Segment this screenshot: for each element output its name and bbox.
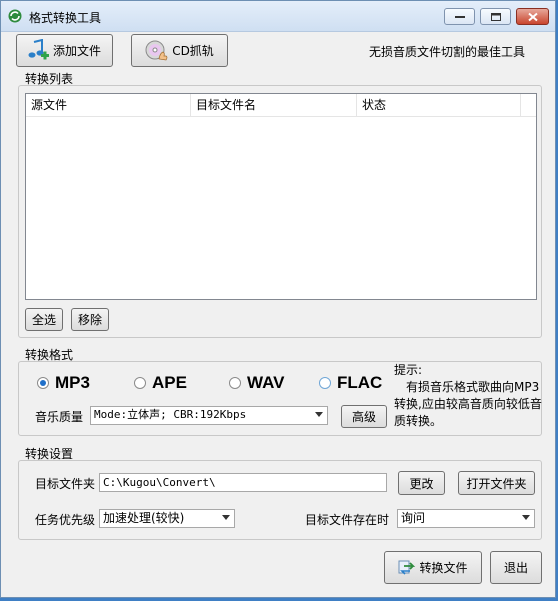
quality-value: Mode:立体声; CBR:192Kbps xyxy=(94,408,247,421)
cd-rip-button[interactable]: CD抓轨 xyxy=(131,34,228,67)
chevron-down-icon xyxy=(222,515,230,520)
convert-file-label: 转换文件 xyxy=(419,561,468,575)
slogan-text: 无损音质文件切割的最佳工具 xyxy=(369,45,526,59)
radio-mp3[interactable]: MP3 xyxy=(37,373,90,393)
convert-file-list[interactable]: 源文件 目标文件名 状态 xyxy=(25,93,537,300)
advanced-button[interactable]: 高级 xyxy=(341,405,387,428)
radio-wav[interactable]: WAV xyxy=(229,373,284,393)
format-converter-window: 格式转换工具 添加文件 CD抓轨 无损音质文件切割的最佳工具 转换列表 源文件 … xyxy=(0,0,556,598)
exit-label: 退出 xyxy=(503,561,528,575)
select-all-label: 全选 xyxy=(31,313,56,327)
close-icon xyxy=(527,12,538,21)
target-folder-input[interactable]: C:\Kugou\Convert\ xyxy=(99,473,387,492)
quality-select[interactable]: Mode:立体声; CBR:192Kbps xyxy=(90,406,328,425)
tip-box: 提示: 有损音乐格式歌曲向MP3转换,应由较高音质向较低音质转换。 xyxy=(394,362,544,430)
add-file-label: 添加文件 xyxy=(52,44,101,58)
close-button[interactable] xyxy=(516,8,549,25)
radio-ape-label: APE xyxy=(152,373,187,392)
radio-flac-indicator xyxy=(319,377,331,389)
priority-value: 加速处理(较快) xyxy=(103,511,185,525)
window-title: 格式转换工具 xyxy=(29,11,102,25)
remove-button[interactable]: 移除 xyxy=(71,308,109,331)
cd-rip-label: CD抓轨 xyxy=(172,44,214,58)
column-target-filename[interactable]: 目标文件名 xyxy=(191,94,357,116)
priority-select[interactable]: 加速处理(较快) xyxy=(99,509,235,528)
tip-title: 提示: xyxy=(394,363,423,377)
radio-flac[interactable]: FLAC xyxy=(319,373,382,393)
open-folder-label: 打开文件夹 xyxy=(466,476,527,491)
maximize-icon xyxy=(490,12,501,21)
radio-mp3-indicator xyxy=(37,377,49,389)
cd-hand-icon xyxy=(145,40,168,60)
radio-ape[interactable]: APE xyxy=(134,373,187,393)
app-icon xyxy=(8,9,22,23)
exit-button[interactable]: 退出 xyxy=(490,551,542,584)
chevron-down-icon xyxy=(522,515,530,520)
exists-label: 目标文件存在时 xyxy=(305,513,390,527)
list-header: 源文件 目标文件名 状态 xyxy=(26,94,536,117)
radio-mp3-label: MP3 xyxy=(55,373,90,392)
radio-wav-indicator xyxy=(229,377,241,389)
column-source-file[interactable]: 源文件 xyxy=(26,94,191,116)
add-music-file-icon xyxy=(28,38,49,59)
add-file-button[interactable]: 添加文件 xyxy=(16,34,113,67)
radio-wav-label: WAV xyxy=(247,373,285,392)
select-all-button[interactable]: 全选 xyxy=(25,308,63,331)
change-folder-button[interactable]: 更改 xyxy=(398,471,445,495)
radio-flac-label: FLAC xyxy=(337,373,383,392)
convert-arrows-icon xyxy=(398,560,416,575)
exists-select[interactable]: 询问 xyxy=(397,509,535,528)
quality-label: 音乐质量 xyxy=(35,410,84,424)
advanced-label: 高级 xyxy=(351,410,376,424)
column-status[interactable]: 状态 xyxy=(357,94,521,116)
remove-label: 移除 xyxy=(77,313,102,327)
title-bar[interactable]: 格式转换工具 xyxy=(1,1,555,32)
exists-value: 询问 xyxy=(401,511,426,525)
open-folder-button[interactable]: 打开文件夹 xyxy=(458,471,535,495)
convert-file-button[interactable]: 转换文件 xyxy=(384,551,482,584)
chevron-down-icon xyxy=(315,412,323,417)
change-folder-label: 更改 xyxy=(409,476,434,491)
minimize-button[interactable] xyxy=(444,8,475,25)
maximize-button[interactable] xyxy=(480,8,511,25)
minimize-icon xyxy=(454,15,465,18)
tip-text: 有损音乐格式歌曲向MP3转换,应由较高音质向较低音质转换。 xyxy=(394,380,542,428)
target-folder-label: 目标文件夹 xyxy=(35,477,96,491)
radio-ape-indicator xyxy=(134,377,146,389)
priority-label: 任务优先级 xyxy=(35,513,96,527)
